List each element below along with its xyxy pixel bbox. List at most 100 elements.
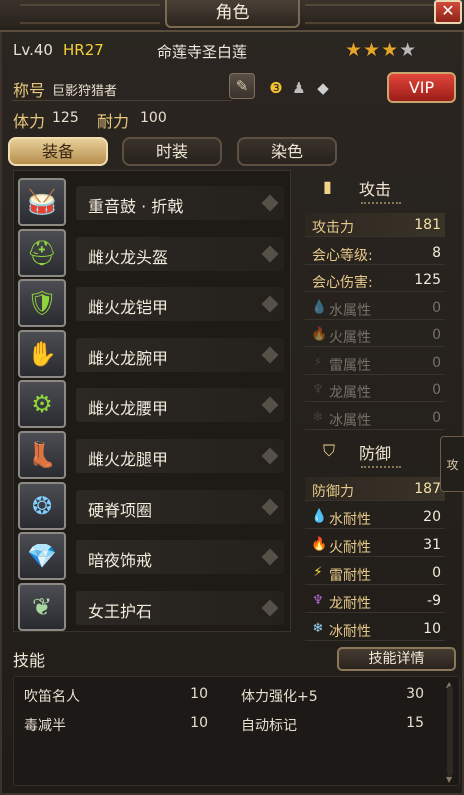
stat-value: 0 <box>432 565 441 581</box>
equipment-slot[interactable]: ❦ 女王护石 <box>18 582 286 631</box>
equipment-slot[interactable]: ✋ 雌火龙腕甲 <box>18 329 286 378</box>
stat-label: 龙属性 <box>329 385 371 401</box>
stat-row: 💧 水耐性 20 <box>305 505 445 529</box>
necklace-icon[interactable]: ❂ <box>18 481 66 530</box>
stat-label: 雷属性 <box>329 357 371 374</box>
hunting-horn-icon[interactable]: 🥁 <box>18 178 66 226</box>
title-ornament-left <box>20 4 160 24</box>
stat-value: 0 <box>432 354 441 371</box>
thunder-icon: ⚡ <box>313 565 323 580</box>
equipment-name: 雌火龙腰甲 <box>88 399 169 419</box>
vip-button[interactable]: VIP <box>387 72 456 103</box>
medal-badge-icon[interactable]: ❸ <box>265 77 287 99</box>
stat-value: 0 <box>432 382 441 398</box>
stat-row: ♆ 龙耐性 -9 <box>305 589 445 613</box>
tab-fashion[interactable]: 时装 <box>122 137 222 166</box>
stat-value: 187 <box>414 481 441 497</box>
stat-label: 龙耐性 <box>329 596 371 612</box>
tab-equipment[interactable]: 装备 <box>8 137 108 166</box>
leg-armor-icon[interactable]: 👢 <box>18 431 66 479</box>
star-filled-icon: ★ <box>381 39 399 61</box>
attack-heading-label: 攻击 <box>359 180 392 199</box>
ring-icon[interactable]: 💎 <box>18 532 66 581</box>
character-name: 命莲寺圣白莲 <box>157 43 248 61</box>
skills-panel <box>13 676 460 786</box>
gem-badge-icon[interactable]: ◆ <box>312 77 334 99</box>
tab-dye[interactable]: 染色 <box>237 137 337 166</box>
title-bar: 角色 ✕ <box>0 0 464 32</box>
stat-row: ♆ 龙属性 0 <box>305 378 445 402</box>
fire-icon: 🔥 <box>311 327 328 342</box>
stamina-label: 体力 <box>13 112 46 131</box>
title-ornament-right <box>305 4 445 24</box>
equipment-slot[interactable]: 🛡 雌火龙铠甲 <box>18 279 286 328</box>
figure-badge-icon[interactable]: ♟ <box>288 77 310 99</box>
equipment-slot[interactable]: ❂ 硬脊项圈 <box>18 481 286 530</box>
fire-icon: 🔥 <box>311 537 328 552</box>
scroll-icon: ▮ <box>323 177 332 196</box>
shield-icon: ⛉ <box>323 441 336 460</box>
water-drop-icon: 💧 <box>311 509 328 524</box>
hunter-rank: HR27 <box>63 41 104 59</box>
water-drop-icon: 💧 <box>311 299 328 315</box>
stat-label: 水耐性 <box>329 512 371 528</box>
heading-ornament <box>361 198 401 204</box>
waist-armor-icon[interactable]: ⚙ <box>18 380 66 429</box>
close-button[interactable]: ✕ <box>434 0 462 24</box>
equipment-name: 女王护石 <box>88 601 153 621</box>
stat-value: 125 <box>414 272 441 288</box>
pencil-icon: ✎ <box>235 77 249 95</box>
close-icon: ✕ <box>441 1 455 20</box>
charm-icon[interactable]: ❦ <box>18 582 66 631</box>
stat-value: 8 <box>432 244 441 261</box>
stat-row: ⚡ 雷属性 0 <box>305 351 445 375</box>
equipment-name: 雌火龙腕甲 <box>88 348 169 368</box>
equipment-slot[interactable]: 🥁 重音鼓 · 折戟 <box>18 178 286 226</box>
stat-row: ⚡ 雷耐性 0 <box>305 561 445 585</box>
stat-row: 会心等级: 8 <box>305 241 445 265</box>
chest-armor-icon[interactable]: 🛡 <box>18 279 66 328</box>
star-empty-icon: ★ <box>399 39 417 61</box>
stat-value: 0 <box>432 409 441 426</box>
skill-details-button[interactable]: 技能详情 <box>337 647 456 671</box>
edit-title-button[interactable]: ✎ <box>229 73 255 99</box>
equipment-slot[interactable]: ⚙ 雌火龙腰甲 <box>18 380 286 429</box>
skill-name: 毒减半 <box>24 718 66 734</box>
star-filled-icon: ★ <box>363 39 381 61</box>
skill-name: 吹笛名人 <box>24 689 80 705</box>
star-filled-icon: ★ <box>345 39 363 61</box>
equipment-slot[interactable]: 👢 雌火龙腿甲 <box>18 431 286 479</box>
helmet-icon[interactable]: ⛑ <box>18 228 66 277</box>
equipment-name: 暗夜饰戒 <box>88 551 153 571</box>
skill-name: 自动标记 <box>241 718 297 734</box>
stat-value: 10 <box>423 621 441 637</box>
equipment-slot[interactable]: 💎 暗夜饰戒 <box>18 532 286 581</box>
heading-ornament <box>361 462 401 468</box>
defense-heading: ⛉ 防御 <box>301 436 447 468</box>
dragon-icon: ♆ <box>312 382 324 397</box>
stat-row: 防御力 187 <box>305 477 445 501</box>
stat-value: 0 <box>432 327 441 343</box>
thunder-icon: ⚡ <box>313 354 323 370</box>
stat-label: 会心伤害: <box>312 275 373 291</box>
stat-row: 攻击力 181 <box>305 213 445 237</box>
gauntlet-icon[interactable]: ✋ <box>18 329 66 378</box>
equipment-slot[interactable]: ⛑ 雌火龙头盔 <box>18 228 286 277</box>
player-level: Lv.40 <box>13 41 53 59</box>
equipment-name: 雌火龙腿甲 <box>88 450 169 469</box>
stat-value: 20 <box>423 509 441 525</box>
stat-value: 0 <box>432 299 441 316</box>
dragon-icon: ♆ <box>312 593 324 608</box>
scroll-down-icon[interactable]: ▼ <box>446 775 452 784</box>
stat-row: 会心伤害: 125 <box>305 268 445 292</box>
skill-value: 30 <box>406 686 424 702</box>
title-label: 称号 <box>13 81 46 100</box>
skill-value: 10 <box>190 715 208 731</box>
title-value: 巨影狩猎者 <box>52 84 118 99</box>
skills-scrollbar[interactable] <box>447 686 453 776</box>
skill-value: 15 <box>406 715 424 731</box>
defense-heading-label: 防御 <box>359 444 392 463</box>
skill-value: 10 <box>190 686 208 702</box>
side-panel-handle[interactable]: 攻 <box>440 436 464 492</box>
stat-row: ❄ 冰耐性 10 <box>305 617 445 641</box>
